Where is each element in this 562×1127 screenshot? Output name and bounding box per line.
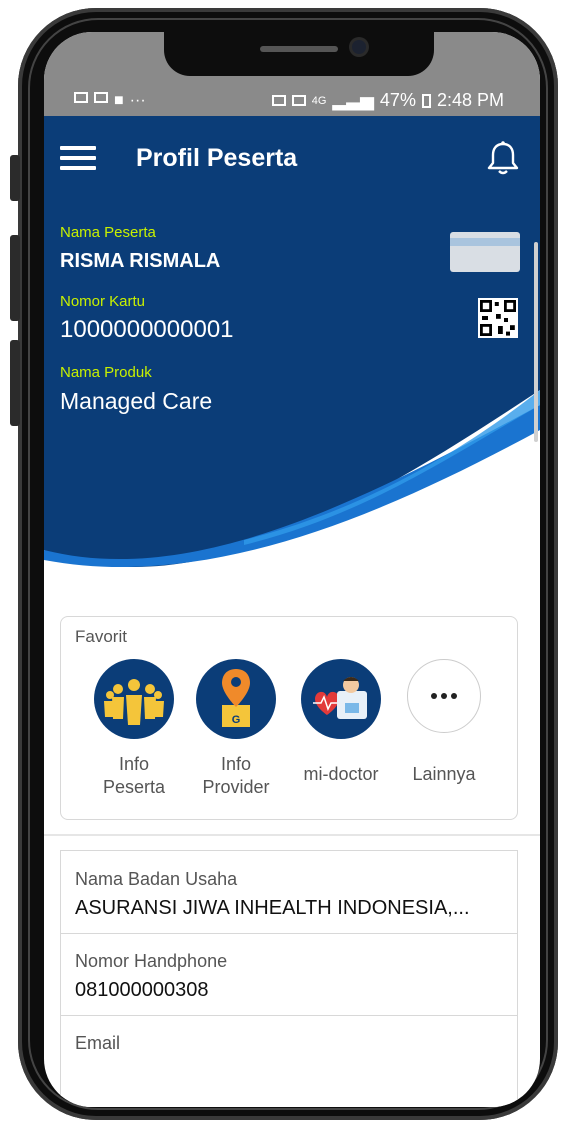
bell-icon[interactable]: [486, 140, 520, 176]
status-right: 4G ▂▃▅ 47% 2:48 PM: [271, 90, 504, 111]
phone-button-volume-down: [10, 340, 20, 426]
phone-button-mute: [10, 155, 20, 201]
fav-label: mi-doctor: [303, 764, 379, 784]
fav-label: Info Peserta: [102, 754, 166, 797]
page-title: Profil Peserta: [136, 144, 298, 172]
name-label: Nama Peserta: [60, 224, 156, 241]
header-wave: [44, 390, 540, 580]
hamburger-menu-icon[interactable]: [60, 146, 96, 170]
info-row-company: Nama Badan Usaha ASURANSI JIWA INHEALTH …: [61, 851, 517, 934]
fav-info-provider[interactable]: G Info Provider: [191, 659, 281, 799]
card-number-label: Nomor Kartu: [60, 293, 146, 310]
qr-code-icon[interactable]: [478, 298, 518, 338]
more-notifications-icon: ···: [129, 92, 146, 109]
info-row-email: Email: [61, 1015, 517, 1097]
fav-mi-doctor[interactable]: mi-doctor: [296, 659, 386, 786]
favorites-panel: Favorit Info Peserta G Info Provider mi-…: [60, 616, 518, 820]
battery-percent: 47%: [379, 90, 416, 110]
screen: ■ ··· 4G ▂▃▅ 47% 2:48 PM Profil Peserta …: [44, 32, 540, 1107]
network-type: 4G: [311, 94, 327, 107]
info-row-phone: Nomor Handphone 081000000308: [61, 933, 517, 1016]
battery-icon: [421, 93, 431, 108]
fav-label: Info Provider: [202, 754, 270, 797]
signal-icon: [291, 95, 306, 106]
info-label: Nama Badan Usaha: [75, 869, 238, 889]
mail-icon: [94, 92, 108, 103]
section-divider: [44, 834, 540, 836]
doctor-icon: [301, 659, 381, 739]
fav-info-peserta[interactable]: Info Peserta: [89, 659, 179, 799]
fav-lainnya[interactable]: Lainnya: [399, 659, 489, 786]
app-bar: Profil Peserta: [44, 116, 540, 200]
phone-button-volume-up: [10, 235, 20, 321]
signal-bars-icon: ▂▃▅: [332, 90, 374, 110]
card-number: 1000000000001: [60, 316, 234, 343]
laptop-icon: [74, 92, 88, 103]
phone-notch: [164, 32, 434, 76]
info-list: Nama Badan Usaha ASURANSI JIWA INHEALTH …: [60, 850, 518, 1107]
fav-label: Lainnya: [412, 764, 476, 784]
chat-icon: ■: [114, 92, 124, 109]
scrollbar[interactable]: [534, 242, 538, 442]
more-icon: [407, 659, 481, 733]
location-pin-icon: G: [196, 659, 276, 739]
speaker: [260, 46, 338, 52]
favorites-title: Favorit: [75, 627, 127, 646]
status-left-icons: ■ ···: [74, 92, 146, 110]
info-value: ASURANSI JIWA INHEALTH INDONESIA,...: [75, 897, 470, 919]
info-label: Nomor Handphone: [75, 951, 228, 971]
info-value: 081000000308: [75, 979, 209, 1001]
member-card-thumbnail[interactable]: [450, 232, 520, 272]
people-icon: [94, 659, 174, 739]
info-label: Email: [75, 1033, 121, 1053]
member-name: RISMA RISMALA: [60, 250, 221, 272]
profile-header: Nama Peserta RISMA RISMALA Nomor Kartu 1…: [44, 200, 540, 580]
svg-text:G: G: [232, 714, 241, 726]
status-time: 2:48 PM: [436, 90, 504, 110]
camera: [352, 40, 366, 54]
nfc-icon: [271, 95, 286, 106]
